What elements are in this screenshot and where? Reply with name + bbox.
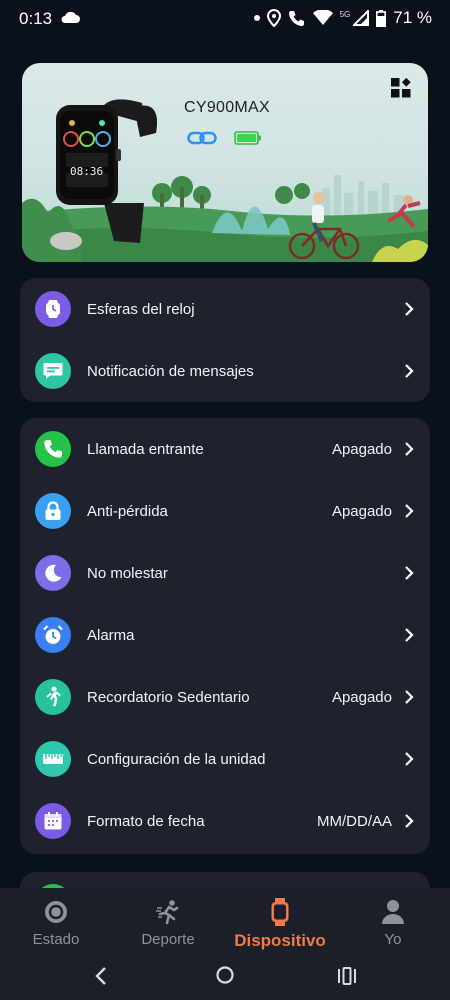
- row-value: Apagado: [331, 502, 392, 520]
- incoming-call-row[interactable]: Llamada entrante Apagado: [20, 418, 430, 480]
- back-icon[interactable]: [94, 966, 108, 986]
- chevron-right-icon: [405, 504, 414, 518]
- chevron-right-icon: [405, 302, 414, 316]
- widgets-icon[interactable]: [390, 77, 412, 99]
- person-icon: [382, 900, 404, 924]
- chevron-right-icon: [405, 364, 414, 378]
- status-icon: [45, 901, 67, 923]
- home-icon[interactable]: [216, 966, 234, 984]
- location-icon: [266, 9, 281, 27]
- nav-tab-sport[interactable]: Deporte: [113, 898, 223, 948]
- wifi-call-icon: [288, 11, 304, 26]
- watch-faces-row[interactable]: Esferas del reloj: [20, 278, 430, 340]
- row-value: Apagado: [331, 688, 392, 706]
- unit-settings-row[interactable]: Configuración de la unidad: [20, 728, 430, 790]
- battery-status-icon: [376, 9, 387, 27]
- nav-tab-status[interactable]: Estado: [1, 898, 111, 948]
- alarm-row[interactable]: Alarma: [20, 604, 430, 666]
- alarm-icon: [35, 617, 71, 653]
- watch-face-icon: [35, 291, 71, 327]
- sedentary-reminder-row[interactable]: Recordatorio Sedentario Apagado: [20, 666, 430, 728]
- wifi-icon: [312, 10, 333, 25]
- status-bar: 0:13 5G 71 %: [0, 0, 450, 38]
- connection-icon: [187, 131, 217, 145]
- recent-apps-icon[interactable]: [338, 967, 356, 985]
- do-not-disturb-row[interactable]: No molestar: [20, 542, 430, 604]
- row-value: MM/DD/AA: [317, 812, 392, 830]
- phone-icon: [35, 431, 71, 467]
- device-battery-icon: [234, 131, 261, 145]
- nav-label: Yo: [384, 931, 402, 948]
- anti-loss-row[interactable]: Anti-pérdida Apagado: [20, 480, 430, 542]
- device-card[interactable]: 08:36 CY900MAX: [22, 63, 428, 262]
- settings-card: Llamada entrante Apagado Anti-pérdida Ap…: [20, 418, 430, 854]
- signal-icon: [353, 10, 370, 26]
- system-navigation: [0, 962, 450, 990]
- row-label: Configuración de la unidad: [87, 750, 266, 768]
- chevron-right-icon: [405, 442, 414, 456]
- row-label: Notificación de mensajes: [87, 362, 254, 380]
- row-label: Esferas del reloj: [87, 300, 195, 318]
- date-format-row[interactable]: Formato de fecha MM/DD/AA: [20, 790, 430, 852]
- walking-icon: [35, 679, 71, 715]
- row-value: Apagado: [331, 440, 392, 458]
- watch-features-card: Esferas del reloj Notificación de mensaj…: [20, 278, 430, 402]
- row-label: Formato de fecha: [87, 812, 205, 830]
- row-label: Anti-pérdida: [87, 502, 168, 520]
- lock-icon: [35, 493, 71, 529]
- message-notification-row[interactable]: Notificación de mensajes: [20, 340, 430, 402]
- running-icon: [156, 900, 179, 925]
- row-label: Alarma: [87, 626, 135, 644]
- chevron-right-icon: [405, 814, 414, 828]
- chevron-right-icon: [405, 690, 414, 704]
- nav-tab-me[interactable]: Yo: [338, 898, 448, 948]
- network-type: 5G: [339, 9, 351, 19]
- nav-label: Estado: [32, 931, 80, 948]
- message-icon: [35, 353, 71, 389]
- moon-icon: [35, 555, 71, 591]
- nav-label: Deporte: [141, 931, 195, 948]
- notification-dot-icon: [253, 15, 260, 21]
- nav-label: Dispositivo: [234, 931, 326, 950]
- row-label: Llamada entrante: [87, 440, 204, 458]
- status-time: 0:13: [19, 9, 53, 28]
- row-label: No molestar: [87, 564, 168, 582]
- device-banner-illustration: [22, 99, 428, 262]
- watch-face-time: 08:36: [70, 165, 104, 178]
- nav-tab-device[interactable]: Dispositivo: [225, 898, 335, 951]
- cloud-icon: [61, 11, 80, 23]
- battery-percent: 71 %: [393, 8, 432, 27]
- ruler-icon: [35, 741, 71, 777]
- chevron-right-icon: [405, 566, 414, 580]
- device-name: CY900MAX: [184, 99, 270, 116]
- row-label: Recordatorio Sedentario: [87, 688, 250, 706]
- watch-icon: [271, 898, 289, 926]
- chevron-right-icon: [405, 628, 414, 642]
- calendar-icon: [35, 803, 71, 839]
- chevron-right-icon: [405, 752, 414, 766]
